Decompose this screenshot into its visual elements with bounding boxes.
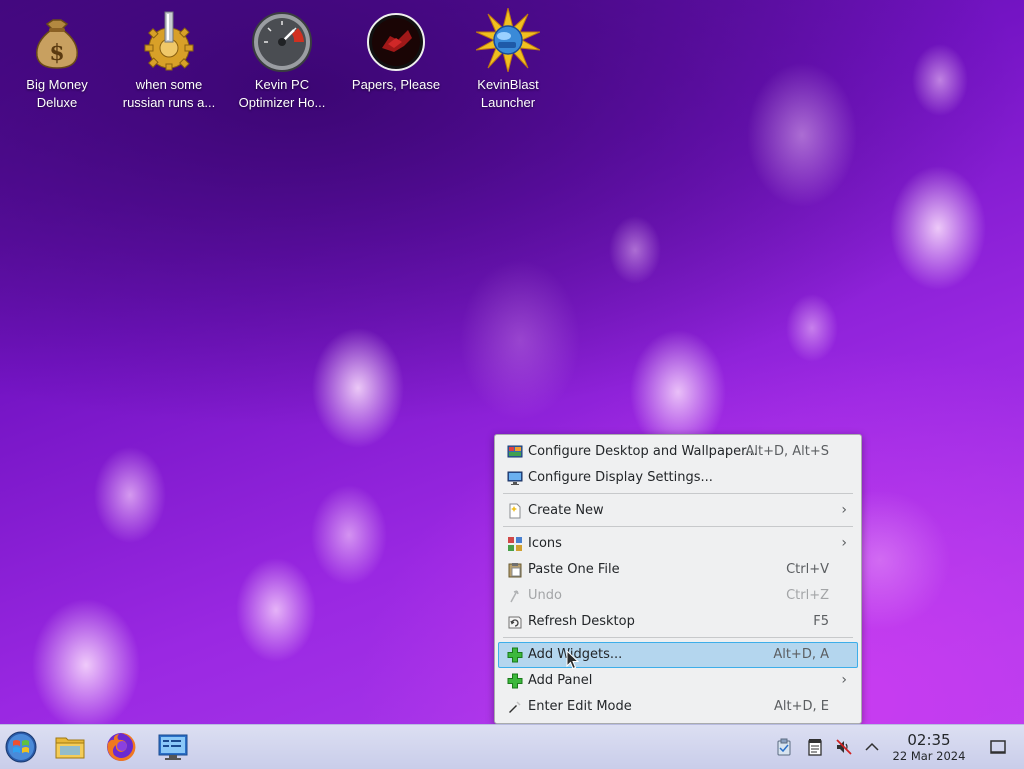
undo-icon	[510, 590, 519, 603]
menu-item-shortcut: Ctrl+Z	[786, 588, 829, 603]
volume-muted-icon[interactable]	[835, 738, 853, 756]
start-menu-icon[interactable]	[5, 731, 37, 763]
menu-item-label: Add Panel	[528, 673, 593, 688]
speedometer-icon	[252, 12, 312, 72]
menu-item-label: Configure Desktop and Wallpaper...	[528, 444, 758, 459]
desktop-icon-label: KevinBlast Launcher	[477, 77, 539, 110]
menu-item-shortcut: F5	[813, 614, 829, 629]
chevron-right-icon: ›	[841, 502, 847, 518]
plus-icon	[507, 647, 523, 663]
menu-item-add-widgets[interactable]: Add Widgets... Alt+D, A	[498, 642, 858, 668]
desktop[interactable]: $ Big Money Deluxe when some russian run…	[0, 0, 1024, 724]
desktop-icon-label: Papers, Please	[351, 77, 441, 92]
desktop-icon-papers-please[interactable]: Papers, Please	[341, 8, 451, 94]
money-bag-icon: $	[36, 19, 78, 69]
menu-item-refresh-desktop[interactable]: Refresh Desktop F5	[499, 610, 857, 634]
icons-grid-icon	[508, 537, 522, 551]
menu-item-shortcut: Alt+D, Alt+S	[745, 444, 829, 459]
desktop-icon-label: Kevin PC Optimizer Ho...	[238, 77, 326, 110]
clock-time: 02:35	[907, 731, 951, 749]
refresh-icon	[508, 616, 522, 629]
menu-separator	[503, 493, 853, 494]
menu-item-paste-one-file[interactable]: Paste One File Ctrl+V	[499, 558, 857, 582]
desktop-icon-label: when some russian runs a...	[122, 77, 216, 110]
desktop-icon-big-money-deluxe[interactable]: $ Big Money Deluxe	[2, 8, 112, 112]
clipboard-icon[interactable]	[775, 738, 793, 756]
menu-item-configure-desktop[interactable]: Configure Desktop and Wallpaper... Alt+D…	[499, 440, 857, 464]
menu-item-configure-display[interactable]: Configure Display Settings...	[499, 466, 857, 490]
menu-item-undo[interactable]: Undo Ctrl+Z	[499, 584, 857, 608]
desktop-icon-kevin-pc-optimizer[interactable]: Kevin PC Optimizer Ho...	[227, 8, 337, 112]
menu-item-shortcut: Alt+D, A	[773, 647, 829, 662]
desktop-settings-icon	[507, 445, 523, 458]
edit-mode-icon	[509, 701, 521, 713]
menu-item-shortcut: Ctrl+V	[786, 562, 829, 577]
menu-item-label: Create New	[528, 503, 604, 518]
menu-item-label: Icons	[528, 536, 562, 551]
desktop-icon-label: Big Money Deluxe	[26, 77, 88, 110]
menu-item-label: Undo	[528, 588, 562, 603]
firefox-icon[interactable]	[105, 731, 137, 763]
chevron-right-icon: ›	[841, 535, 847, 551]
plus-icon	[507, 673, 523, 689]
menu-item-enter-edit-mode[interactable]: Enter Edit Mode Alt+D, E	[499, 695, 857, 719]
desktop-context-menu: Configure Desktop and Wallpaper... Alt+D…	[494, 434, 862, 724]
menu-separator	[503, 526, 853, 527]
menu-item-label: Configure Display Settings...	[528, 470, 713, 485]
menu-item-create-new[interactable]: Create New ›	[499, 499, 857, 523]
mouse-cursor-icon	[566, 650, 580, 670]
notes-icon[interactable]	[806, 738, 824, 756]
chevron-right-icon: ›	[841, 672, 847, 688]
papers-please-icon	[367, 13, 425, 71]
desktop-icon-kevinblast-launcher[interactable]: KevinBlast Launcher	[453, 8, 563, 112]
menu-item-label: Refresh Desktop	[528, 614, 635, 629]
menu-item-label: Paste One File	[528, 562, 620, 577]
taskbar: 02:35 22 Mar 2024	[0, 724, 1024, 769]
paste-icon	[508, 563, 522, 578]
menu-item-add-panel[interactable]: Add Panel ›	[499, 669, 857, 693]
desktop-icon-russian-runs[interactable]: when some russian runs a...	[114, 8, 224, 112]
display-icon	[507, 471, 523, 485]
starburst-icon	[476, 8, 540, 72]
menu-separator	[503, 637, 853, 638]
show-desktop-icon[interactable]	[989, 738, 1007, 756]
menu-item-shortcut: Alt+D, E	[774, 699, 829, 714]
svg-text:$: $	[49, 40, 64, 66]
menu-item-icons[interactable]: Icons ›	[499, 532, 857, 556]
file-manager-icon[interactable]	[54, 731, 86, 763]
new-file-icon	[509, 503, 521, 519]
gear-icon	[144, 11, 194, 71]
chevron-up-icon[interactable]	[863, 738, 881, 756]
clock-date: 22 Mar 2024	[892, 749, 966, 763]
system-settings-icon[interactable]	[157, 731, 189, 763]
menu-item-label: Enter Edit Mode	[528, 699, 632, 714]
